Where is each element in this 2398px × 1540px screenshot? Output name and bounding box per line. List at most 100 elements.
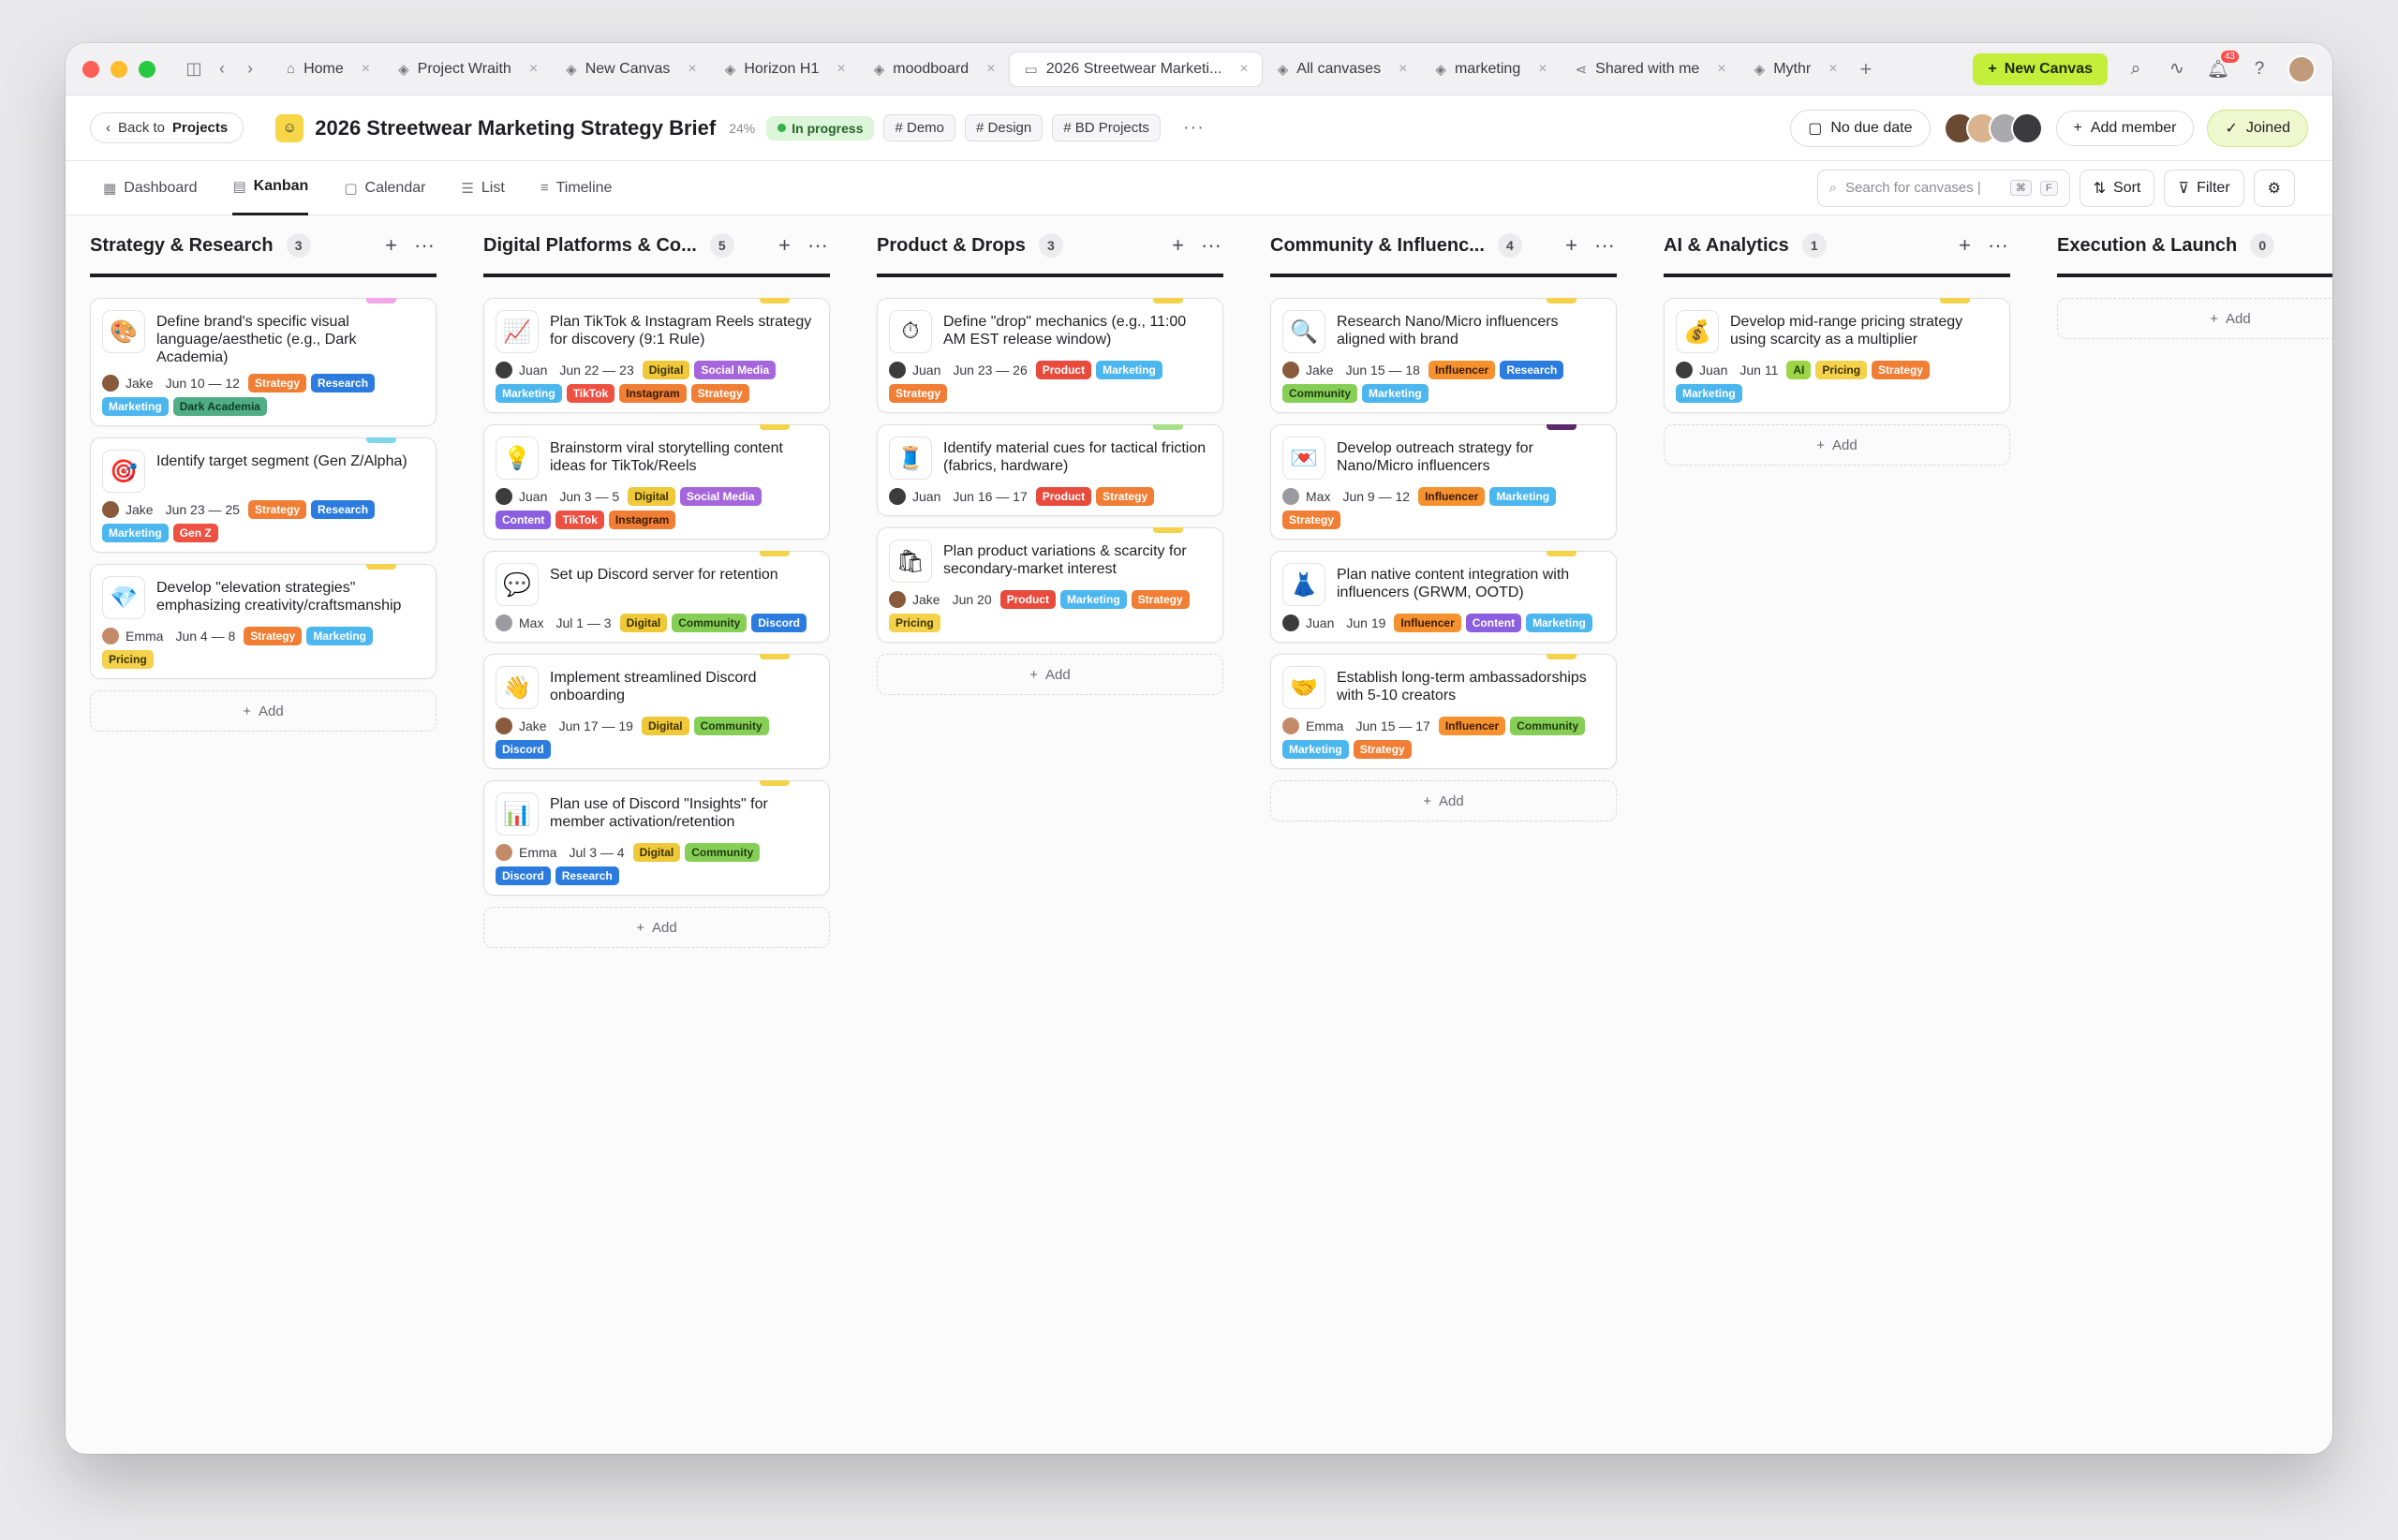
tag-digital[interactable]: Digital — [632, 843, 681, 862]
tab-all-canvases[interactable]: ◈ All canvases × — [1263, 52, 1421, 87]
plus-icon[interactable]: + — [385, 233, 397, 258]
task-card[interactable]: 🤝 Establish long-term ambassadorships wit… — [1270, 654, 1617, 769]
add-card-button[interactable]: + Add — [2057, 298, 2332, 339]
plus-icon[interactable]: + — [1959, 233, 1971, 258]
activity-icon[interactable]: ∿ — [2164, 56, 2190, 82]
tag-instagram[interactable]: Instagram — [608, 511, 676, 529]
tag-marketing[interactable]: Marketing — [1676, 384, 1742, 403]
tag-strategy[interactable]: Strategy — [690, 384, 749, 403]
tab-new-canvas[interactable]: ◈ New Canvas × — [551, 52, 710, 87]
task-card[interactable]: ⏱ Define "drop" mechanics (e.g., 11:00 AM… — [877, 298, 1223, 413]
tab-kanban[interactable]: ▤ Kanban — [232, 161, 309, 215]
add-card-button[interactable]: + Add — [90, 690, 437, 732]
tab-mythr[interactable]: ◈ Mythr × — [1739, 52, 1851, 87]
tab-shared-with-me[interactable]: ⋖ Shared with me × — [1561, 52, 1739, 87]
tag-product[interactable]: Product — [1035, 487, 1092, 506]
tag-community[interactable]: Community — [693, 717, 769, 735]
tag-pricing[interactable]: Pricing — [102, 650, 154, 669]
new-canvas-button[interactable]: + New Canvas — [1973, 52, 2108, 85]
sidebar-toggle-icon[interactable]: ◫ — [180, 59, 208, 79]
close-icon[interactable]: × — [362, 61, 370, 78]
filter-button[interactable]: ⊽ Filter — [2164, 169, 2244, 207]
bell-icon[interactable]: 🔔︎ 43 — [2205, 50, 2239, 82]
tag-marketing[interactable]: Marketing — [102, 524, 169, 542]
tag-strategy[interactable]: Strategy — [244, 627, 303, 645]
close-icon[interactable]: × — [836, 61, 845, 78]
tag-socialmedia[interactable]: Social Media — [679, 487, 762, 506]
back-arrow-icon[interactable]: ‹ — [208, 59, 236, 79]
plus-icon[interactable]: + — [1565, 233, 1577, 258]
tag-marketing[interactable]: Marketing — [496, 384, 562, 403]
tag-strategy[interactable]: Strategy — [1872, 361, 1931, 379]
status-badge[interactable]: In progress — [766, 115, 875, 141]
close-icon[interactable]: × — [1717, 61, 1725, 78]
tag-marketing[interactable]: Marketing — [1362, 384, 1428, 403]
tag-strategy[interactable]: Strategy — [1131, 590, 1190, 609]
tag-research[interactable]: Research — [311, 500, 376, 519]
tag-strategy[interactable]: Strategy — [1353, 740, 1412, 759]
task-card[interactable]: 📈 Plan TikTok & Instagram Reels strategy … — [483, 298, 830, 413]
back-to-projects-button[interactable]: ‹ Back to Projects — [90, 112, 244, 143]
close-icon[interactable]: × — [1828, 61, 1837, 78]
tag-genz[interactable]: Gen Z — [172, 524, 218, 542]
tag-strategy[interactable]: Strategy — [247, 374, 306, 392]
joined-button[interactable]: ✓ Joined — [2207, 109, 2308, 147]
tag-marketing[interactable]: Marketing — [1282, 740, 1349, 759]
tag-tiktok[interactable]: TikTok — [555, 511, 604, 529]
tag-product[interactable]: Product — [999, 590, 1056, 609]
tag-pricing[interactable]: Pricing — [1815, 361, 1868, 379]
tag-digital[interactable]: Digital — [641, 717, 689, 735]
minimize-window-button[interactable] — [111, 60, 127, 78]
task-card[interactable]: 🎯 Identify target segment (Gen Z/Alpha) Ja… — [90, 437, 437, 553]
tag-research[interactable]: Research — [311, 374, 376, 392]
tag-strategy[interactable]: Strategy — [1282, 511, 1341, 529]
tag-tiktok[interactable]: TikTok — [566, 384, 615, 403]
task-card[interactable]: 🛍 Plan product variations & scarcity for … — [877, 527, 1223, 643]
forward-arrow-icon[interactable]: › — [236, 59, 264, 79]
plus-icon[interactable]: + — [778, 233, 791, 258]
tag-community[interactable]: Community — [672, 614, 748, 632]
more-options-icon[interactable]: ··· — [1201, 233, 1221, 258]
project-tag-design[interactable]: # Design — [965, 114, 1044, 141]
add-member-button[interactable]: + Add member — [2055, 110, 2195, 146]
tag-digital[interactable]: Digital — [628, 487, 675, 506]
tag-darkacademia[interactable]: Dark Academia — [172, 397, 267, 416]
close-icon[interactable]: × — [529, 61, 538, 78]
add-tab-icon[interactable]: + — [1851, 57, 1882, 81]
more-options-icon[interactable]: ··· — [807, 233, 828, 258]
tag-marketing[interactable]: Marketing — [306, 627, 373, 645]
plus-icon[interactable]: + — [1172, 233, 1184, 258]
more-options-icon[interactable]: ··· — [1594, 233, 1615, 258]
tag-marketing[interactable]: Marketing — [1489, 487, 1557, 506]
add-card-button[interactable]: + Add — [1270, 780, 1617, 822]
tab-dashboard[interactable]: ▦ Dashboard — [103, 161, 197, 215]
close-icon[interactable]: × — [688, 61, 696, 78]
task-card[interactable]: 👗 Plan native content integration with in… — [1270, 551, 1617, 643]
tag-research[interactable]: Research — [555, 866, 619, 885]
tag-socialmedia[interactable]: Social Media — [694, 361, 777, 379]
search-icon[interactable]: ⌕ — [2123, 56, 2149, 82]
task-card[interactable]: 📊 Plan use of Discord "Insights" for memb… — [483, 780, 830, 896]
tag-community[interactable]: Community — [685, 843, 761, 862]
tab-moodboard[interactable]: ◈ moodboard × — [859, 52, 1009, 87]
task-card[interactable]: 💌 Develop outreach strategy for Nano/Micr… — [1270, 424, 1617, 540]
user-avatar[interactable] — [2287, 54, 2316, 83]
tag-marketing[interactable]: Marketing — [1526, 614, 1592, 632]
tab-list[interactable]: ☰ List — [461, 161, 504, 215]
task-card[interactable]: 💡 Brainstorm viral storytelling content i… — [483, 424, 830, 540]
task-card[interactable]: 💰 Develop mid-range pricing strategy usin… — [1664, 298, 2010, 413]
tag-marketing[interactable]: Marketing — [1096, 361, 1162, 379]
add-card-button[interactable]: + Add — [1664, 424, 2010, 466]
task-card[interactable]: 👋 Implement streamlined Discord onboardin… — [483, 654, 830, 769]
tag-content[interactable]: Content — [1465, 614, 1522, 632]
tab-home[interactable]: ⌂ Home × — [272, 52, 383, 87]
task-card[interactable]: 🎨 Define brand's specific visual language… — [90, 298, 437, 426]
tab-marketing[interactable]: ◈ marketing × — [1420, 52, 1560, 87]
close-icon[interactable]: × — [1239, 61, 1248, 78]
tag-strategy[interactable]: Strategy — [889, 384, 948, 403]
task-card[interactable]: 🔍 Research Nano/Micro influencers aligned… — [1270, 298, 1617, 413]
search-input[interactable]: ⌕ Search for canvases | ⌘ F — [1816, 169, 2070, 207]
tag-content[interactable]: Content — [496, 511, 552, 529]
tab-project-wraith[interactable]: ◈ Project Wraith × — [383, 52, 551, 87]
tag-ai[interactable]: AI — [1786, 361, 1812, 379]
